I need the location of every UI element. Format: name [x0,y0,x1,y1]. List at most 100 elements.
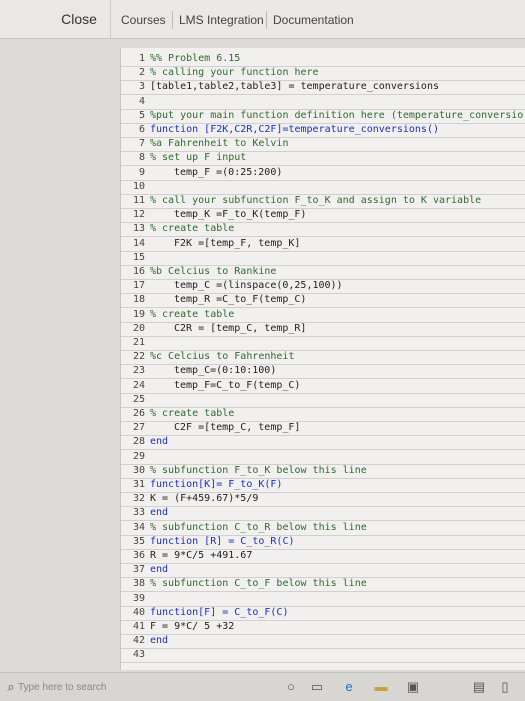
line-number: 4 [138,95,145,107]
code-line[interactable]: 13 % create table [121,222,525,238]
code-line[interactable]: 17 temp_C =(linspace(0,25,100)) [121,279,525,295]
line-number: 27 [132,422,145,434]
code-line[interactable]: 15 [121,251,525,266]
code-line[interactable]: 9 temp_F =(0:25:200) [121,166,525,181]
code-line[interactable]: 10 [121,180,525,195]
code-text: % create table [150,223,235,235]
line-number: 5 [138,109,145,121]
code-text: end [150,564,169,576]
code-line[interactable]: 25 [121,393,525,408]
code-line[interactable]: 22 %c Celcius to Fahrenheit [121,350,525,366]
edge-icon[interactable]: e [340,679,358,695]
code-line[interactable]: 11 % call your subfunction F_to_K and ass… [121,194,525,209]
network-icon[interactable]: ▤ [470,679,488,695]
code-text: % create table [150,408,235,419]
tab-documentation[interactable]: Documentation [266,11,360,29]
code-line[interactable]: 19 % create table [121,308,525,323]
line-number: 7 [138,138,145,150]
code-text: function [F2K,C2R,C2F]=temperature_conve… [150,124,439,135]
store-icon[interactable]: ▣ [404,679,422,695]
line-number: 37 [132,564,145,576]
code-line[interactable]: 12 temp_K =F_to_K(temp_F) [121,208,525,224]
line-number: 24 [132,379,145,391]
cortana-icon[interactable]: ○ [282,679,300,695]
taskbar-search-input[interactable]: Type here to search [18,682,106,693]
code-text: temp_C=(0:10:100) [174,365,277,377]
code-line[interactable]: 33 end [121,506,525,522]
line-number: 26 [132,408,145,419]
line-number: 30 [132,464,145,476]
code-line[interactable]: 3 [table1,table2,table3] = temperature_co… [121,80,525,96]
line-number: 10 [132,180,145,192]
code-line[interactable]: 27 C2F =[temp_C, temp_F] [121,421,525,437]
top-bar: Close Courses LMS Integration Documentat… [0,0,525,39]
code-line[interactable]: 18 temp_R =C_to_F(temp_C) [121,293,525,309]
code-line[interactable]: 37 end [121,563,525,579]
code-line[interactable]: 21 [121,336,525,351]
code-line[interactable]: 5 %put your main function definition here… [121,109,525,124]
line-number: 41 [132,621,145,632]
code-text: [table1,table2,table3] = temperature_con… [150,81,439,93]
code-text: %c Celcius to Fahrenheit [150,351,295,363]
code-text: end [150,507,169,519]
line-number: 35 [132,535,145,547]
line-number: 19 [132,308,145,320]
code-line[interactable]: 1 %% Problem 6.15 [121,52,525,67]
code-editor[interactable]: 1 %% Problem 6.15 2 % calling your function… [120,48,525,670]
code-text: %a Fahrenheit to Kelvin [150,138,289,150]
code-text: % subfunction C_to_R below this line [150,521,367,533]
code-line[interactable]: 23 temp_C=(0:10:100) [121,364,525,380]
code-line[interactable]: 6 function [F2K,C2R,C2F]=temperature_conv… [121,123,525,138]
code-line[interactable]: 30 % subfunction F_to_K below this line [121,464,525,479]
code-text: %put your main function definition here … [150,109,524,121]
code-line[interactable]: 38 % subfunction C_to_F below this line [121,577,525,593]
line-number: 36 [132,550,145,561]
code-line[interactable]: 28 end [121,435,525,451]
code-line[interactable]: 4 [121,95,525,110]
code-line[interactable]: 8 % set up F input [121,151,525,167]
line-number: 42 [132,635,145,647]
close-button[interactable]: Close [48,0,111,38]
line-number: 8 [138,152,145,164]
line-number: 29 [132,450,145,462]
line-number: 38 [132,578,145,590]
line-number: 20 [132,322,145,334]
tab-courses[interactable]: Courses [115,11,172,29]
code-line[interactable]: 16 %b Celcius to Rankine [121,265,525,280]
code-text: function[K]= F_to_K(F) [150,479,283,490]
code-text: F = 9*C/ 5 +32 [150,621,235,632]
code-line[interactable]: 24 temp_F=C_to_F(temp_C) [121,379,525,394]
code-text: temp_C =(linspace(0,25,100)) [174,280,343,292]
code-line[interactable]: 34 % subfunction C_to_R below this line [121,521,525,536]
taskbar: ⌕ Type here to search ○ ▭ e ▬ ▣ ▤ ▯ [0,672,525,701]
code-line[interactable]: 42 end [121,634,525,650]
line-number: 23 [132,365,145,377]
code-text: % subfunction F_to_K below this line [150,464,367,476]
code-text: temp_R =C_to_F(temp_C) [174,294,307,306]
code-line[interactable]: 31 function[K]= F_to_K(F) [121,478,525,493]
code-text: % subfunction C_to_F below this line [150,578,367,590]
code-line[interactable]: 32 K = (F+459.67)*5/9 [121,492,525,508]
code-line[interactable]: 35 function [R] = C_to_R(C) [121,535,525,550]
code-text: end [150,635,169,647]
code-line[interactable]: 36 R = 9*C/5 +491.67 [121,549,525,564]
tab-lms-integration[interactable]: LMS Integration [172,11,270,29]
code-text: function[F] = C_to_F(C) [150,606,289,618]
code-line[interactable]: 41 F = 9*C/ 5 +32 [121,620,525,635]
code-line[interactable]: 39 [121,592,525,607]
code-text: %% Problem 6.15 [150,53,241,64]
code-line[interactable]: 26 % create table [121,407,525,422]
code-line[interactable]: 43 [121,648,525,664]
code-line[interactable]: 20 C2R = [temp_C, temp_R] [121,322,525,337]
code-line[interactable]: 7 %a Fahrenheit to Kelvin [121,137,525,153]
line-number: 17 [132,280,145,292]
code-line[interactable]: 14 F2K =[temp_F, temp_K] [121,237,525,252]
code-line[interactable]: 2 % calling your function here [121,66,525,82]
code-line[interactable]: 29 [121,450,525,465]
code-line[interactable]: 40 function[F] = C_to_F(C) [121,606,525,621]
line-number: 1 [138,53,145,64]
task-view-icon[interactable]: ▭ [308,679,326,695]
file-explorer-icon[interactable]: ▬ [372,679,390,695]
line-number: 40 [132,606,145,618]
notifications-icon[interactable]: ▯ [496,679,514,695]
